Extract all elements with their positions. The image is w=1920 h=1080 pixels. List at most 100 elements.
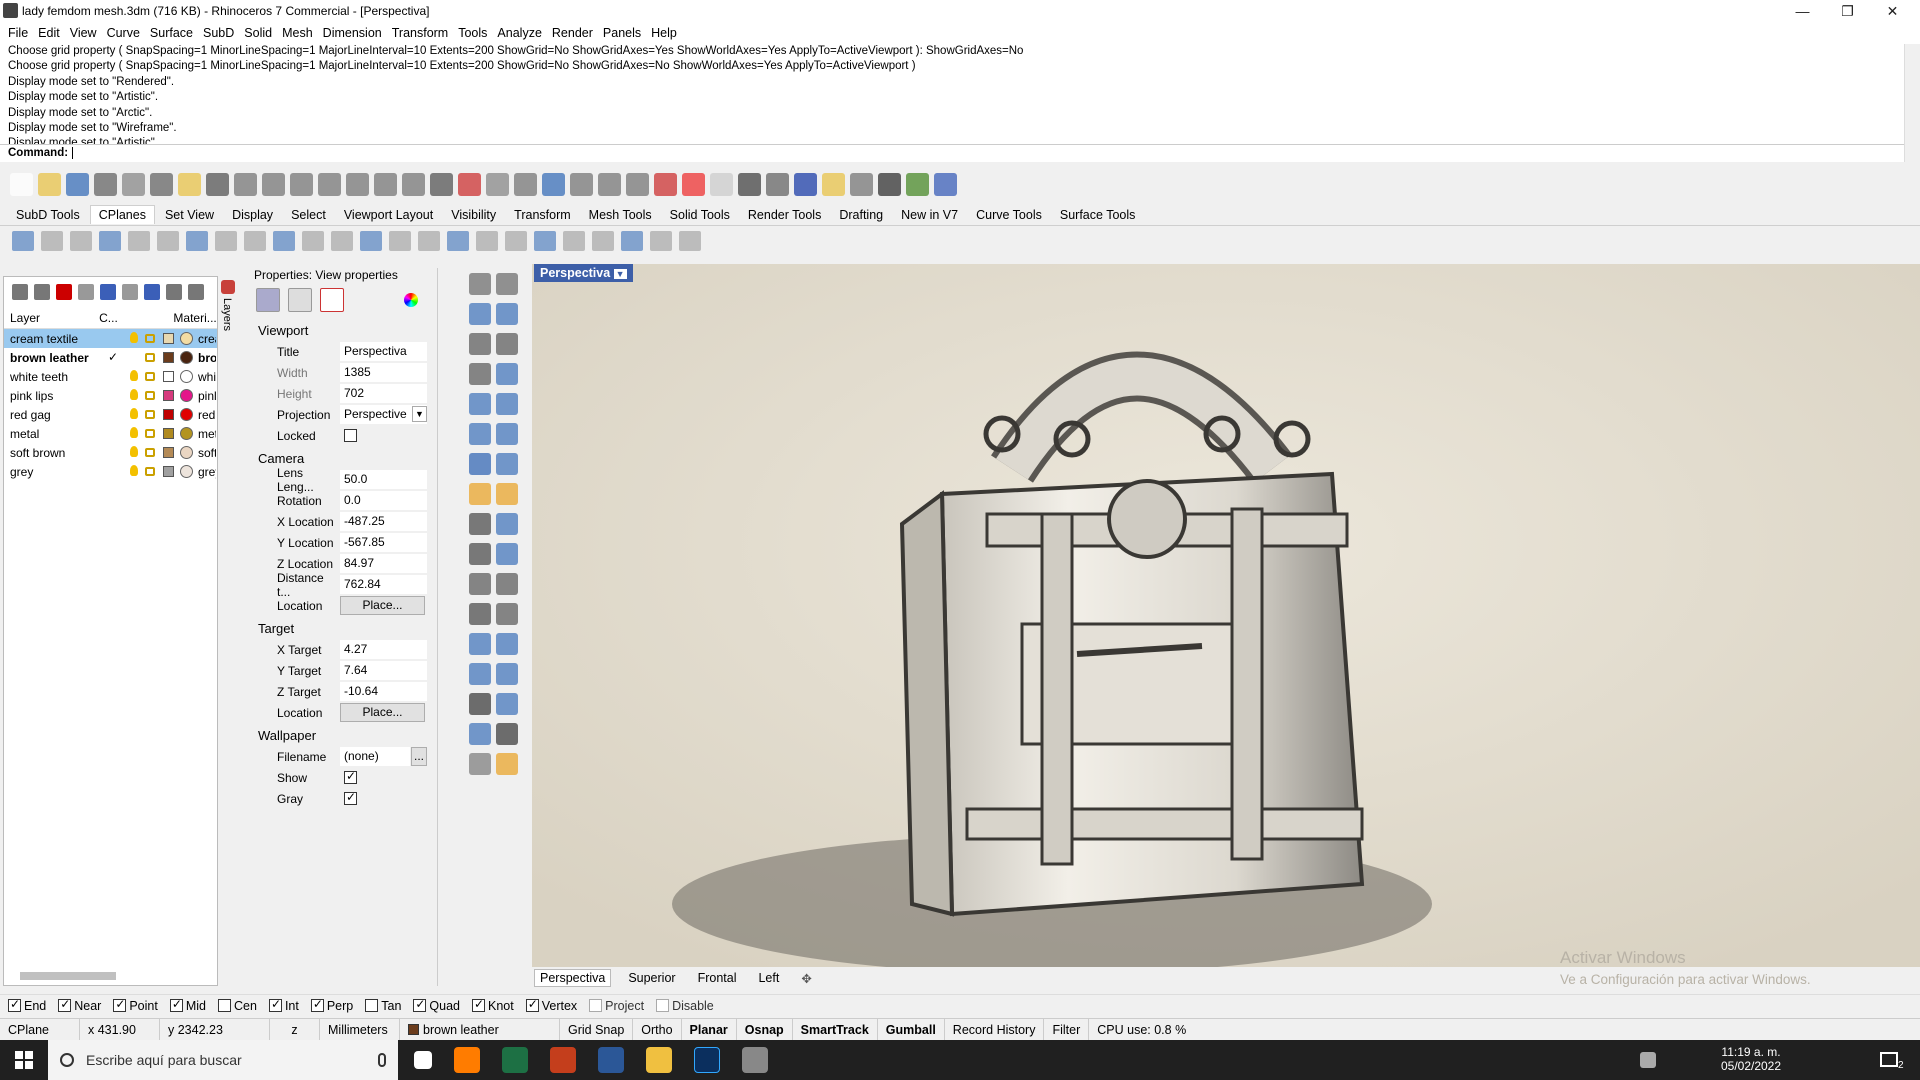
cplane-tool-icon[interactable] (679, 231, 701, 251)
grid-snap-toggle[interactable]: Grid Snap (560, 1018, 634, 1041)
toolbar-tool-icon[interactable] (794, 172, 817, 196)
toolbar-tool-icon[interactable] (570, 172, 593, 196)
photoshop-icon[interactable] (694, 1047, 720, 1073)
close-button[interactable]: ✕ (1870, 0, 1915, 22)
side-tool-icon[interactable] (496, 393, 518, 415)
toolbar-tool-icon[interactable] (318, 172, 341, 196)
toolbar-tool-icon[interactable] (94, 172, 117, 196)
osnap-quad[interactable]: Quad (413, 997, 460, 1013)
osnap-end[interactable]: End (8, 997, 46, 1013)
side-tool-icon[interactable] (469, 483, 491, 505)
cplane-tool-icon[interactable] (650, 231, 672, 251)
menu-solid[interactable]: Solid (244, 26, 272, 40)
layer-material-icon[interactable] (180, 465, 193, 478)
toolbar-tool-icon[interactable] (262, 172, 285, 196)
toolbar-tool-icon[interactable] (682, 172, 705, 196)
osnap-vertex[interactable]: Vertex (525, 997, 577, 1013)
lock-icon[interactable] (145, 391, 155, 400)
layer-row[interactable]: red gag red (4, 405, 217, 424)
toolbar-tool-icon[interactable] (178, 172, 201, 196)
cplane-tool-icon[interactable] (534, 231, 556, 251)
new-sublayer-icon[interactable] (34, 284, 50, 300)
layers-hscrollbar[interactable] (8, 969, 214, 983)
cplane-tool-icon[interactable] (360, 231, 382, 251)
side-tool-icon[interactable] (496, 633, 518, 655)
x-location-field[interactable]: -487.25 (340, 512, 427, 531)
osnap-checkbox[interactable] (310, 997, 324, 1012)
object-properties-icon[interactable] (320, 288, 344, 312)
visible-bulb-icon[interactable] (130, 446, 138, 457)
toolbar-tool-icon[interactable] (710, 172, 733, 196)
gumball-toggle[interactable]: Gumball (878, 1018, 945, 1041)
layer-color-swatch[interactable] (163, 352, 174, 363)
tab-transform[interactable]: Transform (506, 206, 579, 224)
lock-icon[interactable] (145, 448, 155, 457)
toolbar-tool-icon[interactable] (38, 172, 61, 196)
side-tool-icon[interactable] (469, 303, 491, 325)
toolbar-tool-icon[interactable] (598, 172, 621, 196)
current-layer-status[interactable]: brown leather (400, 1018, 560, 1041)
toolbar-tool-icon[interactable] (290, 172, 313, 196)
new-layer-icon[interactable] (12, 284, 28, 300)
visible-bulb-icon[interactable] (130, 332, 138, 343)
viewport-tab-perspectiva[interactable]: Perspectiva (534, 969, 612, 987)
illustrator-icon[interactable] (454, 1047, 480, 1073)
layer-material-icon[interactable] (180, 389, 193, 402)
osnap-mid[interactable]: Mid (169, 997, 206, 1013)
side-tool-icon[interactable] (496, 363, 518, 385)
command-scrollbar[interactable] (1904, 44, 1920, 162)
side-tool-icon[interactable] (496, 603, 518, 625)
toolbar-tool-icon[interactable] (206, 172, 229, 196)
windows-start-icon[interactable] (15, 1051, 33, 1069)
width-field[interactable]: 1385 (340, 363, 427, 382)
cplane-tool-icon[interactable] (331, 231, 353, 251)
cplane-tool-icon[interactable] (389, 231, 411, 251)
side-tool-icon[interactable] (469, 603, 491, 625)
osnap-checkbox[interactable] (218, 999, 231, 1012)
side-tool-icon[interactable] (496, 663, 518, 685)
file-explorer-icon[interactable] (646, 1047, 672, 1073)
tab-new-in-v7[interactable]: New in V7 (893, 206, 966, 224)
visible-bulb-icon[interactable] (130, 465, 138, 476)
layer-row[interactable]: metal met (4, 424, 217, 443)
command-input[interactable] (72, 146, 74, 159)
osnap-project[interactable]: Project (589, 999, 644, 1013)
y-target-field[interactable]: 7.64 (340, 661, 427, 680)
tab-select[interactable]: Select (283, 206, 334, 224)
move-left-icon[interactable] (122, 284, 138, 300)
lock-icon[interactable] (145, 372, 155, 381)
tab-drafting[interactable]: Drafting (831, 206, 891, 224)
layer-color-swatch[interactable] (163, 409, 174, 420)
tab-viewport-layout[interactable]: Viewport Layout (336, 206, 441, 224)
menu-view[interactable]: View (70, 26, 97, 40)
lock-icon[interactable] (145, 429, 155, 438)
powerpoint-icon[interactable] (550, 1047, 576, 1073)
layer-material-icon[interactable] (180, 332, 193, 345)
menu-curve[interactable]: Curve (107, 26, 140, 40)
layer-row[interactable]: white teeth whi (4, 367, 217, 386)
side-tool-icon[interactable] (469, 273, 491, 295)
record-history-toggle[interactable]: Record History (945, 1018, 1045, 1041)
osnap-checkbox[interactable] (589, 999, 603, 1012)
filename-field[interactable]: (none) (340, 747, 410, 766)
tab-cplanes[interactable]: CPlanes (89, 205, 155, 224)
color-wheel-icon[interactable] (404, 293, 418, 307)
menu-surface[interactable]: Surface (150, 26, 193, 40)
toolbar-tool-icon[interactable] (542, 172, 565, 196)
osnap-checkbox[interactable] (169, 997, 183, 1012)
camera-place-button[interactable]: Place... (340, 596, 425, 615)
layer-color-swatch[interactable] (163, 466, 174, 477)
filter-toggle[interactable]: Filter (1044, 1018, 1090, 1041)
side-tool-icon[interactable] (469, 513, 491, 535)
menu-render[interactable]: Render (552, 26, 593, 40)
word-icon[interactable] (598, 1047, 624, 1073)
cplane-tool-icon[interactable] (12, 231, 34, 251)
viewport-tab-left[interactable]: Left (753, 970, 784, 986)
planar-toggle[interactable]: Planar (682, 1018, 737, 1041)
osnap-perp[interactable]: Perp (310, 997, 353, 1013)
side-tool-icon[interactable] (496, 423, 518, 445)
cplane-tool-icon[interactable] (157, 231, 179, 251)
camera-icon[interactable] (256, 288, 280, 312)
restore-button[interactable]: ❐ (1825, 0, 1870, 22)
osnap-checkbox[interactable] (365, 999, 379, 1012)
